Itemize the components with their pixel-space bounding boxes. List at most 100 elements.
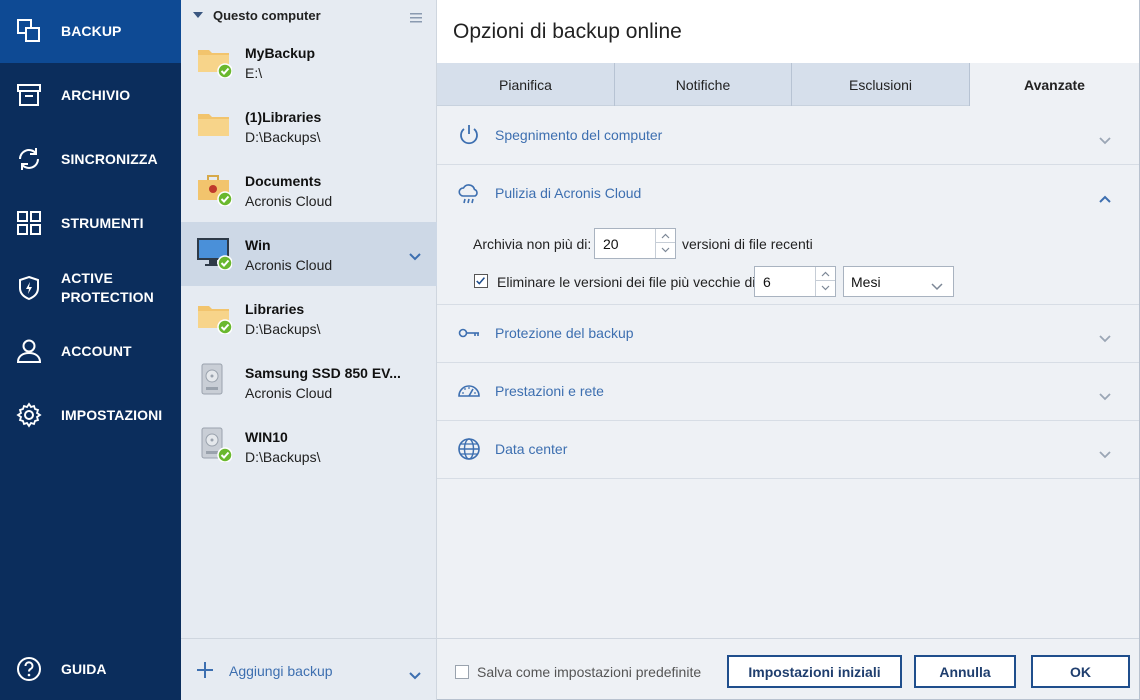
backup-item-documents[interactable]: Documents Acronis Cloud [181,158,437,222]
backup-item-libraries[interactable]: Libraries D:\Backups\ [181,286,437,350]
disk-icon [196,426,233,463]
nav-label: ACTIVE PROTECTION [61,270,154,305]
globe-icon [457,437,481,461]
speedometer-icon [457,379,481,403]
reset-defaults-button[interactable]: Impostazioni iniziali [727,655,902,688]
sync-arrows-icon [16,146,42,172]
stepper-down-icon[interactable] [656,243,675,257]
section-shutdown[interactable]: Spegnimento del computer [437,107,1139,165]
nav-item-tools[interactable]: STRUMENTI [0,192,181,255]
section-title: Pulizia di Acronis Cloud [495,185,642,201]
folder-icon [196,42,233,79]
archive-limit-label: Archivia non più di: [473,236,592,252]
page-title: Opzioni di backup online [453,20,682,43]
stepper-up-icon[interactable] [656,229,675,243]
panel-header: Opzioni di backup online [437,0,1139,63]
delete-old-versions-label: Eliminare le versioni dei file più vecch… [497,274,760,290]
folder-icon [196,106,232,142]
section-title: Data center [495,441,568,457]
section-performance-network[interactable]: Prestazioni e rete [437,363,1139,421]
tab-schedule[interactable]: Pianifica [437,63,615,106]
chevron-up-icon[interactable] [1099,190,1111,203]
collapse-triangle-icon[interactable] [193,12,203,18]
nav-label: GUIDA [61,661,107,677]
save-as-default-label: Salva come impostazioni predefinite [477,664,702,680]
shield-bolt-icon [16,275,42,301]
backup-destination: Acronis Cloud [245,385,333,401]
nav-item-archive[interactable]: ARCHIVIO [0,64,181,127]
stepper-arrows [815,267,835,296]
backup-destination: D:\Backups\ [245,449,321,465]
section-title: Spegnimento del computer [495,127,663,143]
backup-destination: D:\Backups\ [245,129,321,145]
stepper-down-icon[interactable] [816,281,835,295]
delete-old-versions-checkbox[interactable] [474,274,488,288]
chevron-down-icon[interactable] [1099,132,1111,145]
options-panel: Opzioni di backup online Pianifica Notif… [437,0,1140,700]
backup-item-win10[interactable]: WIN10 D:\Backups\ [181,414,437,478]
chevron-down-icon[interactable] [409,667,421,680]
nav-item-active-protection[interactable]: ACTIVE PROTECTION [0,256,181,320]
tab-exclusions[interactable]: Esclusioni [792,63,970,106]
monitor-icon [196,234,233,271]
list-header-title: Questo computer [213,8,321,23]
section-backup-protection[interactable]: Protezione del backup [437,305,1139,363]
nav-label: ARCHIVIO [61,87,131,103]
nav-item-backup[interactable]: BACKUP [0,0,181,63]
section-title: Prestazioni e rete [495,383,604,399]
chevron-down-icon[interactable] [1099,330,1111,343]
disk-icon [196,362,232,398]
list-header[interactable]: Questo computer [181,0,437,30]
tab-notifications[interactable]: Notifiche [615,63,792,106]
archive-versions-stepper[interactable]: 20 [594,228,676,259]
archive-versions-value[interactable]: 20 [603,236,619,252]
chevron-down-icon[interactable] [409,248,421,261]
briefcase-icon [196,170,233,207]
chevron-down-icon [931,278,943,291]
backup-item-1libraries[interactable]: (1)Libraries D:\Backups\ [181,94,437,158]
hamburger-menu-icon[interactable] [410,10,422,23]
section-data-center[interactable]: Data center [437,421,1139,479]
backup-name: MyBackup [245,45,316,61]
main-nav: BACKUP ARCHIVIO SINCRONIZZA STRUMENTI AC… [0,0,181,700]
stepper-up-icon[interactable] [816,267,835,281]
backup-item-samsung-ssd[interactable]: Samsung SSD 850 EV... Acronis Cloud [181,350,437,414]
panel-footer: Salva come impostazioni predefinite Impo… [437,638,1139,699]
nav-label: STRUMENTI [61,215,144,231]
ok-button[interactable]: OK [1031,655,1130,688]
backup-item-mybackup[interactable]: MyBackup E:\ [181,30,437,94]
key-icon [457,321,481,345]
save-as-default-checkbox[interactable] [455,665,469,679]
delete-age-unit-select[interactable]: Mesi [843,266,954,297]
backup-name: Samsung SSD 850 EV... [245,365,401,381]
chevron-down-icon[interactable] [1099,446,1111,459]
tools-grid-icon [16,210,42,236]
add-backup-bar: Aggiungi backup [181,638,437,700]
archive-limit-suffix: versioni di file recenti [682,236,813,252]
chevron-down-icon[interactable] [1099,388,1111,401]
backup-name: Libraries [245,301,305,317]
power-icon [457,123,481,147]
delete-age-unit-value: Mesi [851,274,881,290]
backup-name: WIN10 [245,429,288,445]
tab-bar: Pianifica Notifiche Esclusioni Avanzate [437,63,1139,107]
backup-destination: E:\ [245,65,263,81]
delete-age-value[interactable]: 6 [763,274,771,290]
nav-item-account[interactable]: ACCOUNT [0,320,181,383]
backup-item-win[interactable]: Win Acronis Cloud [181,222,437,286]
nav-item-settings[interactable]: IMPOSTAZIONI [0,384,181,447]
nav-item-sync[interactable]: SINCRONIZZA [0,128,181,191]
acronis-app: BACKUP ARCHIVIO SINCRONIZZA STRUMENTI AC… [0,0,1140,700]
nav-label: ACCOUNT [61,343,132,359]
backup-destination: Acronis Cloud [245,193,333,209]
add-backup-button[interactable]: Aggiungi backup [229,663,333,679]
cancel-button[interactable]: Annulla [914,655,1016,688]
nav-item-help[interactable]: GUIDA [0,638,181,700]
nav-label: SINCRONIZZA [61,151,158,167]
plus-icon[interactable] [196,661,214,679]
nav-label: IMPOSTAZIONI [61,407,163,423]
tab-advanced[interactable]: Avanzate [970,63,1139,107]
gear-icon [16,402,42,428]
section-cloud-cleanup[interactable]: Pulizia di Acronis Cloud [437,165,1139,223]
delete-age-stepper[interactable]: 6 [754,266,836,297]
